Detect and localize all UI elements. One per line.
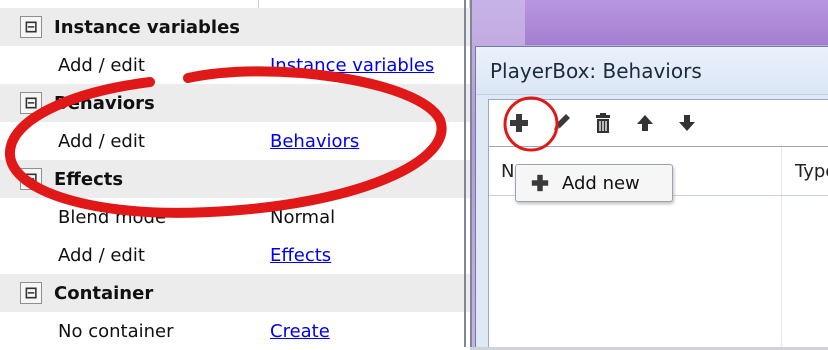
panel-separator bbox=[464, 0, 466, 347]
pencil-icon[interactable] bbox=[549, 111, 573, 135]
collapse-icon[interactable]: ⊟ bbox=[20, 92, 42, 114]
property-row-add-edit-behaviors: Add / edit Behaviors bbox=[0, 122, 470, 160]
property-row-container: No container Create bbox=[0, 312, 470, 350]
behaviors-link[interactable]: Behaviors bbox=[270, 131, 359, 152]
collapse-icon[interactable]: ⊟ bbox=[20, 282, 42, 304]
category-label: Effects bbox=[54, 168, 124, 190]
property-name: Blend mode bbox=[58, 206, 167, 228]
purple-top-strip bbox=[525, 0, 828, 45]
property-name: Add / edit bbox=[58, 244, 145, 266]
blend-mode-value[interactable]: Normal bbox=[270, 207, 335, 228]
property-name: No container bbox=[58, 320, 174, 342]
column-header-name[interactable]: N bbox=[501, 161, 514, 182]
instance-variables-link[interactable]: Instance variables bbox=[270, 55, 434, 76]
plus-icon[interactable] bbox=[507, 111, 531, 135]
effects-link[interactable]: Effects bbox=[270, 245, 331, 266]
add-new-tooltip: Add new bbox=[515, 164, 673, 202]
create-container-link[interactable]: Create bbox=[270, 321, 330, 342]
behaviors-toolbar bbox=[488, 99, 828, 147]
collapse-icon[interactable]: ⊟ bbox=[20, 168, 42, 190]
property-name: Add / edit bbox=[58, 54, 145, 76]
panel-separator bbox=[470, 0, 472, 347]
category-label: Instance variables bbox=[54, 16, 240, 38]
column-header-type[interactable]: Type bbox=[795, 161, 828, 182]
arrow-up-icon[interactable] bbox=[633, 111, 657, 135]
category-label: Behaviors bbox=[54, 92, 155, 114]
tooltip-label: Add new bbox=[562, 172, 640, 194]
property-name: Add / edit bbox=[58, 130, 145, 152]
dialog-title: PlayerBox: Behaviors bbox=[476, 47, 828, 95]
property-row-add-edit-effects: Add / edit Effects bbox=[0, 236, 470, 274]
property-row-add-edit-instance-variables: Add / edit Instance variables bbox=[0, 46, 470, 84]
category-instance-variables[interactable]: ⊟ Instance variables bbox=[0, 8, 470, 46]
collapse-icon[interactable]: ⊟ bbox=[20, 16, 42, 38]
arrow-down-icon[interactable] bbox=[675, 111, 699, 135]
category-behaviors[interactable]: ⊟ Behaviors bbox=[0, 84, 470, 122]
plus-icon bbox=[530, 173, 550, 193]
properties-panel: ⊟ Instance variables Add / edit Instance… bbox=[0, 0, 470, 350]
category-effects[interactable]: ⊟ Effects bbox=[0, 160, 470, 198]
property-row-blend-mode: Blend mode Normal bbox=[0, 198, 470, 236]
category-container[interactable]: ⊟ Container bbox=[0, 274, 470, 312]
category-label: Container bbox=[54, 282, 154, 304]
trash-icon[interactable] bbox=[591, 111, 615, 135]
